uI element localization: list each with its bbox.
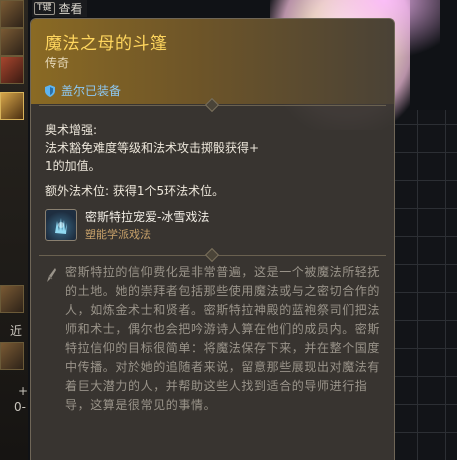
equipment-slot[interactable] <box>0 0 24 28</box>
arcane-enhancement: 奥术增强: 法术豁免难度等级和法术攻击掷骰获得+ 1的加值。 <box>45 121 259 175</box>
item-rarity: 传奇 <box>45 56 70 70</box>
granted-spell[interactable]: 密斯特拉宠爱-冰雪戏法 塑能学派戏法 <box>45 209 209 243</box>
keybind-badge: T键 <box>34 2 55 15</box>
equipment-slot[interactable] <box>0 28 24 56</box>
left-panel-text: 0- <box>14 400 26 414</box>
left-panel-text: 近 <box>10 324 23 338</box>
equipment-slot[interactable] <box>0 56 24 84</box>
equipment-slot[interactable] <box>0 342 24 370</box>
spell-name: 密斯特拉宠爱-冰雪戏法 <box>85 210 210 224</box>
examine-hint[interactable]: T键 查看 <box>32 0 87 17</box>
arcane-text-line2: 1的加值。 <box>45 159 101 173</box>
shield-icon <box>45 84 55 97</box>
left-panel-text: + <box>18 384 29 398</box>
arcane-heading: 奥术增强: <box>45 123 98 137</box>
inventory-grid[interactable] <box>390 110 457 460</box>
examine-label: 查看 <box>58 2 83 16</box>
spell-school: 塑能学派戏法 <box>85 228 151 241</box>
item-tooltip: 魔法之母的斗篷 传奇 盖尔已装备 奥术增强: 法术豁免难度等级和法术攻击掷骰获得… <box>30 18 395 460</box>
divider-ornament <box>204 247 220 263</box>
arcane-text-line1: 法术豁免难度等级和法术攻击掷骰获得+ <box>45 141 260 155</box>
equipped-by-label: 盖尔已装备 <box>61 84 122 98</box>
lore-text: 密斯特拉的信仰费化是非常普遍，这是一个被魔法所轻抚的土地。她的崇拜者包括那些使用… <box>65 265 381 412</box>
quill-icon <box>47 268 56 282</box>
equipment-slot[interactable] <box>0 285 24 313</box>
item-title: 魔法之母的斗篷 <box>45 34 168 54</box>
frost-hand-icon <box>45 209 77 241</box>
equipment-slot-selected[interactable] <box>0 92 24 120</box>
extra-spell-slot: 额外法术位: 获得1个5环法术位。 <box>45 184 225 198</box>
equipped-indicator: 盖尔已装备 <box>45 82 121 99</box>
